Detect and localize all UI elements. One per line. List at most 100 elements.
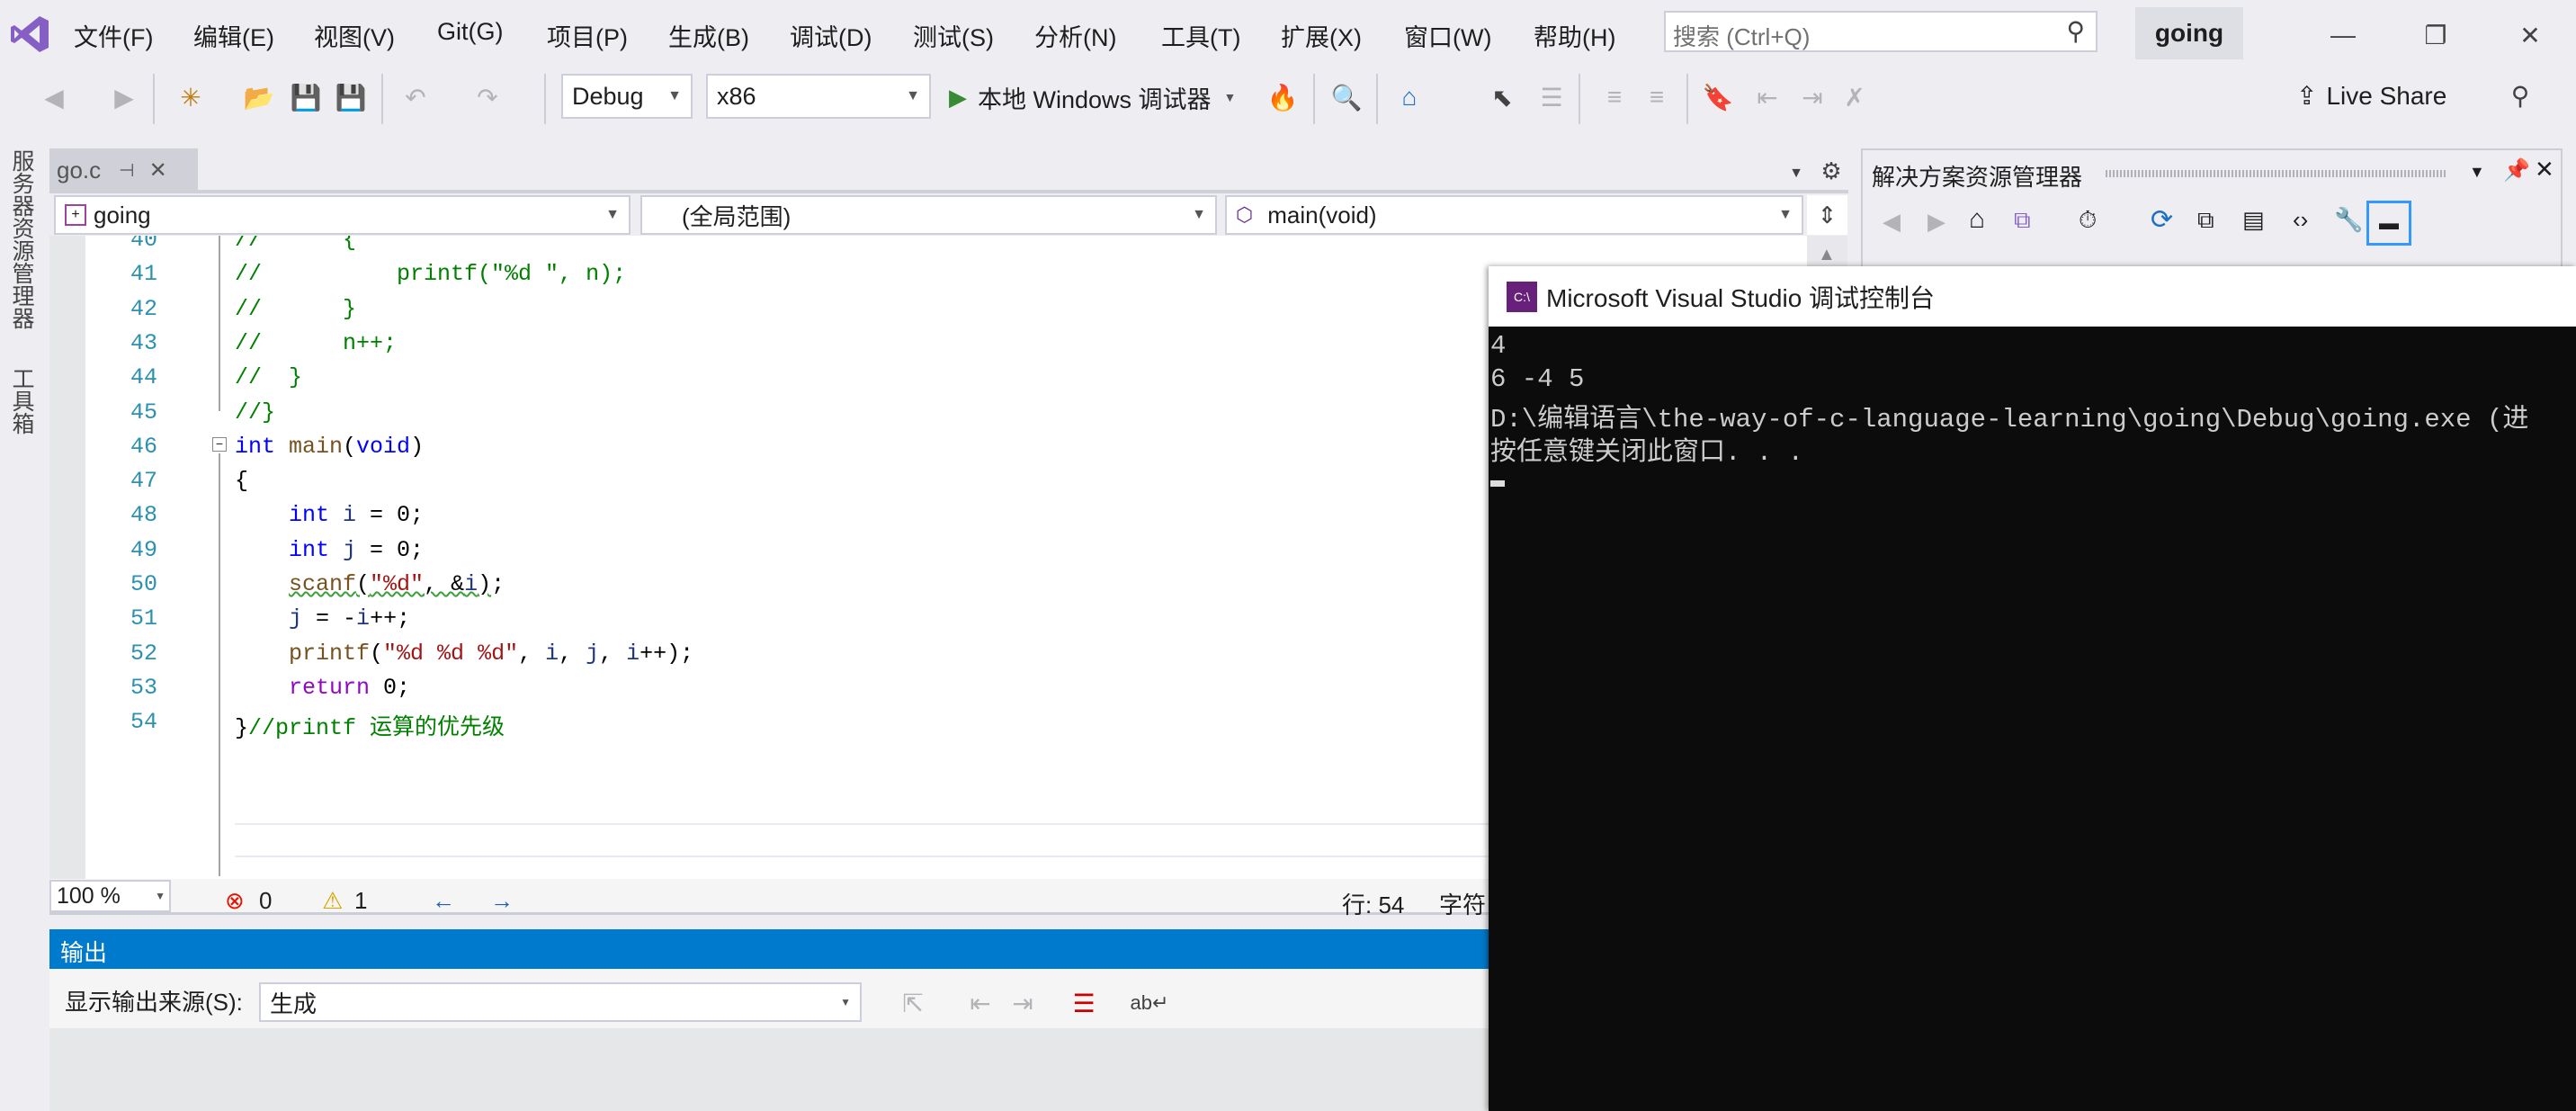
next-message-icon[interactable]: ⇥: [1005, 985, 1041, 1021]
side-tab-server-explorer[interactable]: 服务器资源管理器: [5, 149, 38, 329]
save-all-icon[interactable]: 💾: [333, 79, 369, 115]
menu-item[interactable]: 窗口(W): [1404, 18, 1491, 53]
pending-changes-icon[interactable]: ⏱: [2079, 206, 2097, 235]
menu-item[interactable]: 项目(P): [547, 18, 628, 53]
menu-item[interactable]: 测试(S): [913, 18, 994, 53]
forward-icon[interactable]: ▶: [106, 79, 142, 115]
scroll-up-icon[interactable]: ▲: [1818, 245, 1836, 265]
feedback-icon[interactable]: ⚲: [2500, 76, 2540, 115]
output-panel-header[interactable]: 输出: [49, 929, 1489, 969]
warning-icon[interactable]: ⚠: [322, 887, 343, 915]
menu-item[interactable]: 帮助(H): [1534, 18, 1615, 53]
properties-wrench-icon[interactable]: 🔧: [2334, 206, 2363, 234]
output-content[interactable]: [49, 1028, 1489, 1111]
code-line[interactable]: int i = 0;: [235, 502, 424, 528]
clear-all-icon[interactable]: ☰: [1066, 985, 1102, 1021]
view-code-icon[interactable]: ‹›: [2293, 206, 2308, 234]
menu-item[interactable]: 工具(T): [1161, 18, 1240, 53]
warning-count[interactable]: 1: [354, 887, 367, 915]
minimize-icon[interactable]: —: [2321, 13, 2366, 58]
search-box[interactable]: 搜索 (Ctrl+Q) ⚲: [1664, 11, 2097, 52]
menu-item[interactable]: 分析(N): [1034, 18, 1116, 53]
pin-icon[interactable]: ⊣: [119, 159, 134, 182]
menu-item[interactable]: 扩展(X): [1281, 18, 1362, 53]
code-line[interactable]: scanf("%d", &i);: [235, 571, 505, 597]
collapse-icon[interactable]: −: [212, 437, 227, 452]
find-message-icon[interactable]: ⇱: [895, 985, 931, 1021]
browser-home-icon[interactable]: ⌂: [1390, 79, 1429, 115]
panel-menu-icon[interactable]: ▼: [2469, 163, 2485, 182]
code-line[interactable]: printf("%d %d %d", i, j, i++);: [235, 641, 693, 667]
code-line[interactable]: // {: [235, 236, 356, 253]
format-icon[interactable]: ☰: [1534, 79, 1570, 115]
live-share-button[interactable]: ⇪ Live Share: [2296, 81, 2446, 111]
menu-item[interactable]: 生成(B): [668, 18, 749, 53]
menu-item[interactable]: 编辑(E): [193, 18, 274, 53]
clear-bookmarks-icon[interactable]: ✗: [1837, 79, 1873, 115]
select-icon[interactable]: ⬉: [1484, 79, 1520, 115]
code-line[interactable]: // n++;: [235, 330, 397, 356]
code-line[interactable]: {: [235, 468, 248, 494]
code-line[interactable]: }//printf 运算的优先级: [235, 709, 505, 741]
home-icon[interactable]: ⌂: [1969, 204, 1985, 235]
back-icon[interactable]: ◀: [1883, 208, 1901, 236]
open-file-icon[interactable]: 📂: [241, 79, 277, 115]
hot-reload-icon[interactable]: 🔥: [1265, 79, 1301, 115]
menu-item[interactable]: 调试(D): [790, 18, 872, 53]
previous-bookmark-icon[interactable]: ⇤: [1749, 79, 1785, 115]
preview-selected-icon[interactable]: ▬: [2366, 201, 2411, 246]
platform-select[interactable]: x86 ▼: [706, 74, 931, 119]
show-all-files-icon[interactable]: ▤: [2242, 206, 2265, 234]
pin-icon[interactable]: 📌: [2503, 157, 2530, 184]
code-line[interactable]: // }: [235, 364, 302, 390]
new-item-icon[interactable]: ✳: [173, 79, 209, 115]
tab-list-dropdown-icon[interactable]: ▼: [1783, 160, 1810, 187]
next-bookmark-icon[interactable]: ⇥: [1794, 79, 1830, 115]
code-line[interactable]: //}: [235, 399, 275, 426]
close-tab-icon[interactable]: ✕: [149, 157, 167, 184]
debug-console-window[interactable]: C:\ Microsoft Visual Studio 调试控制台 46 -4 …: [1489, 266, 2576, 1111]
close-panel-icon[interactable]: ✕: [2535, 156, 2554, 184]
previous-message-icon[interactable]: ⇤: [962, 985, 998, 1021]
comment-out-icon[interactable]: ≡: [1597, 79, 1632, 115]
doc-tab-go-c[interactable]: go.c ⊣ ✕: [49, 148, 198, 192]
start-debugging-button[interactable]: ▶ 本地 Windows 调试器 ▼: [949, 79, 1236, 115]
scope-dropdown[interactable]: (全局范围) ▼: [640, 195, 1217, 235]
menu-item[interactable]: 文件(F): [74, 18, 153, 53]
save-icon[interactable]: 💾: [288, 79, 324, 115]
settings-gear-icon[interactable]: ⚙: [1815, 155, 1847, 187]
switch-views-icon[interactable]: ⧉: [2014, 206, 2031, 235]
search-input[interactable]: 搜索 (Ctrl+Q): [1673, 19, 1810, 52]
side-tab-toolbox[interactable]: 工具箱: [5, 367, 38, 435]
code-line[interactable]: j = -i++;: [235, 605, 410, 632]
redo-icon[interactable]: ↷: [470, 79, 505, 115]
member-dropdown[interactable]: ⬡ main(void) ▼: [1225, 195, 1803, 235]
error-count[interactable]: 0: [259, 887, 272, 915]
close-icon[interactable]: ✕: [2508, 13, 2553, 58]
undo-icon[interactable]: ↶: [398, 79, 434, 115]
find-in-files-icon[interactable]: 🔍: [1327, 79, 1366, 115]
zoom-level-select[interactable]: 100 % ▼: [49, 880, 171, 912]
configuration-select[interactable]: Debug ▼: [561, 74, 693, 119]
word-wrap-icon[interactable]: ab↵: [1131, 985, 1169, 1021]
project-dropdown[interactable]: + going ▼: [54, 195, 631, 235]
code-line[interactable]: // printf("%d ", n);: [235, 261, 626, 287]
code-line[interactable]: int j = 0;: [235, 537, 424, 563]
code-line[interactable]: return 0;: [235, 675, 410, 701]
forward-icon[interactable]: ▶: [1928, 208, 1945, 236]
output-source-select[interactable]: 生成 ▼: [259, 982, 862, 1022]
menu-item[interactable]: 视图(V): [314, 18, 395, 53]
menu-item[interactable]: Git(G): [437, 18, 504, 46]
uncomment-icon[interactable]: ≡: [1639, 79, 1675, 115]
back-icon[interactable]: ◀: [36, 79, 72, 115]
refresh-icon[interactable]: ⟳: [2151, 204, 2173, 236]
next-issue-icon[interactable]: →: [490, 887, 514, 915]
previous-issue-icon[interactable]: ←: [432, 887, 455, 915]
split-editor-icon[interactable]: ⇕: [1807, 195, 1847, 235]
error-icon[interactable]: ⊗: [225, 887, 245, 915]
bookmark-icon[interactable]: 🔖: [1700, 79, 1736, 115]
collapse-all-icon[interactable]: ⧉: [2197, 206, 2214, 235]
console-title-bar[interactable]: C:\ Microsoft Visual Studio 调试控制台: [1489, 266, 2576, 327]
code-line[interactable]: // }: [235, 296, 356, 322]
code-line[interactable]: int main(void): [235, 434, 424, 460]
